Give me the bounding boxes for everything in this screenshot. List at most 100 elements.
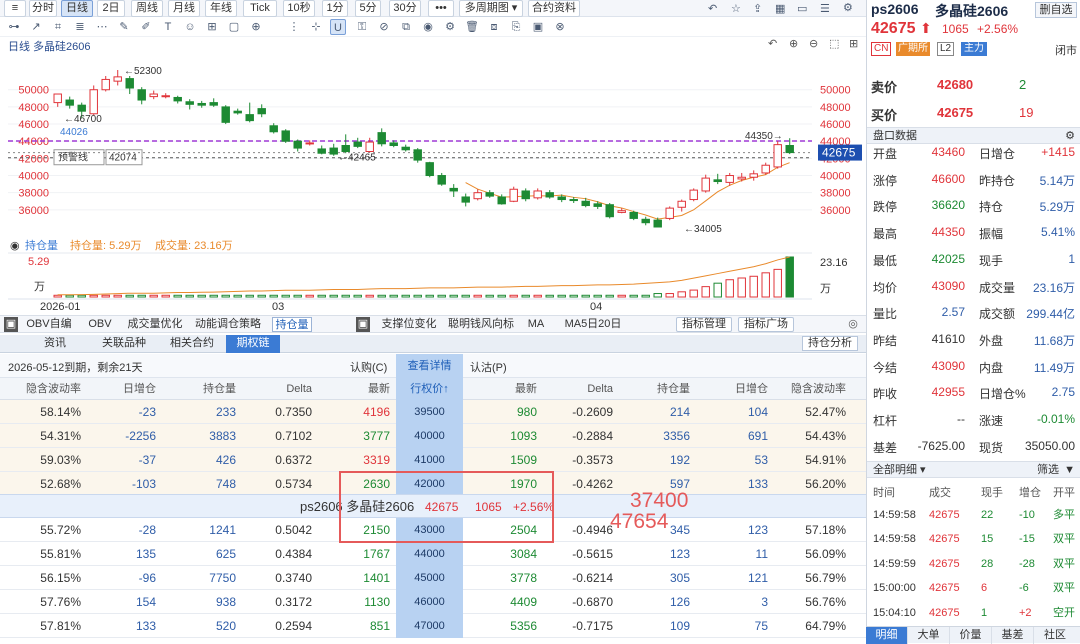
contract-info-button[interactable]: 合约资料 <box>528 0 580 17</box>
option-row[interactable]: 57.81% 133 520 0.2594 851 47000 5356 -0.7175 109… <box>0 614 866 638</box>
trade-row[interactable]: 14:59:58 42675 15 -15 双平 <box>867 527 1075 551</box>
copy-icon[interactable]: ⎘ <box>508 19 524 35</box>
delete-icon[interactable]: 🗑 <box>464 19 480 35</box>
call-cell[interactable]: 56.15% <box>5 566 81 590</box>
window-icon[interactable]: ▭ <box>797 2 807 15</box>
call-cell[interactable]: -2256 <box>81 424 156 448</box>
put-cell[interactable]: 305 <box>613 566 690 590</box>
zoom-in-icon[interactable]: ⊕ <box>789 37 798 50</box>
call-cell[interactable]: 3883 <box>156 424 236 448</box>
put-cell[interactable]: 4409 <box>463 590 537 614</box>
zoom-out-icon[interactable]: ⊖ <box>809 37 818 50</box>
layers-icon[interactable]: ⧉ <box>398 19 414 35</box>
put-cell[interactable]: 980 <box>463 400 537 424</box>
group-icon[interactable]: ⧈ <box>486 19 502 35</box>
call-cell[interactable]: 0.3172 <box>236 590 312 614</box>
put-cell[interactable]: 214 <box>613 400 690 424</box>
more-button[interactable]: ••• <box>428 0 454 17</box>
period-tab[interactable]: 2日 <box>97 0 125 17</box>
period-tab[interactable]: 10秒 <box>283 0 315 17</box>
put-cell[interactable]: -0.6870 <box>537 590 613 614</box>
period-tab[interactable]: 5分 <box>355 0 381 17</box>
put-cell[interactable]: 3356 <box>613 424 690 448</box>
period-tab[interactable]: 分时 <box>29 0 57 17</box>
undo-icon[interactable]: ↶ <box>768 37 777 50</box>
call-cell[interactable]: 135 <box>81 542 156 566</box>
trade-row[interactable]: 15:00:00 42675 6 -6 双平 <box>867 576 1075 600</box>
put-cell[interactable]: -0.2884 <box>537 424 613 448</box>
remove-favorite-button[interactable]: 删自选 <box>1035 2 1077 18</box>
ask-price[interactable]: 42680 <box>937 77 973 92</box>
back-icon[interactable]: ↶ <box>708 2 717 15</box>
put-cell[interactable]: 53 <box>690 448 768 472</box>
trade-row[interactable]: 14:59:58 42675 22 -10 多平 <box>867 503 1075 527</box>
view-detail-button[interactable]: 查看详情 <box>396 354 463 378</box>
put-cell[interactable]: -0.7175 <box>537 614 613 638</box>
strike-header[interactable]: 行权价↑ <box>396 378 463 400</box>
option-row[interactable]: 56.15% -96 7750 0.3740 1401 45000 3778 -0.6214 3… <box>0 566 866 590</box>
emoji-icon[interactable]: ☺ <box>182 19 198 35</box>
period-tab[interactable]: 年线 <box>205 0 237 17</box>
put-cell[interactable]: 3084 <box>463 542 537 566</box>
put-cell[interactable]: 133 <box>690 472 768 496</box>
put-cell[interactable]: 11 <box>690 542 768 566</box>
ray-icon[interactable]: ↗ <box>28 19 44 35</box>
put-cell[interactable]: 109 <box>613 614 690 638</box>
call-cell[interactable]: 55.72% <box>5 518 81 542</box>
call-cell[interactable]: 4196 <box>312 400 390 424</box>
put-cell[interactable]: 104 <box>690 400 768 424</box>
call-cell[interactable]: 0.5042 <box>236 518 312 542</box>
put-cell[interactable]: 64.79% <box>768 614 846 638</box>
star-icon[interactable]: ☆ <box>731 2 741 15</box>
put-cell[interactable]: 56.09% <box>768 542 846 566</box>
put-cell[interactable]: -0.3573 <box>537 448 613 472</box>
call-cell[interactable]: 7750 <box>156 566 236 590</box>
col-header[interactable]: Delta <box>236 378 312 400</box>
call-cell[interactable]: 3777 <box>312 424 390 448</box>
col-header[interactable]: 日增仓 <box>690 378 768 400</box>
text-tool-icon[interactable]: T <box>160 19 176 35</box>
tab-big-order[interactable]: 大单 <box>908 627 950 644</box>
restore-icon[interactable]: ⊞ <box>849 37 858 50</box>
channel-icon[interactable]: ⌗ <box>50 19 66 35</box>
call-cell[interactable]: 0.4384 <box>236 542 312 566</box>
put-cell[interactable]: 52.47% <box>768 400 846 424</box>
put-cell[interactable]: 57.18% <box>768 518 846 542</box>
strike-cell[interactable]: 47000 <box>396 614 463 638</box>
location-icon[interactable]: ◎ <box>846 317 860 332</box>
call-cell[interactable]: 57.76% <box>5 590 81 614</box>
call-cell[interactable]: 54.31% <box>5 424 81 448</box>
period-tab[interactable]: 月线 <box>168 0 200 17</box>
call-cell[interactable]: 59.03% <box>5 448 81 472</box>
strike-cell[interactable]: 46000 <box>396 590 463 614</box>
tab-related[interactable]: 关联品种 <box>92 335 156 353</box>
call-cell[interactable]: 0.5734 <box>236 472 312 496</box>
box-icon[interactable]: ▣ <box>530 19 546 35</box>
put-cell[interactable]: 56.20% <box>768 472 846 496</box>
cursor-icon[interactable]: ⊹ <box>308 19 324 35</box>
put-cell[interactable]: -0.2609 <box>537 400 613 424</box>
trade-row[interactable]: 15:04:10 42675 1 +2 空开 <box>867 601 1075 625</box>
call-cell[interactable]: -23 <box>81 400 156 424</box>
period-tab[interactable]: 日线 <box>61 0 93 17</box>
fit-icon[interactable]: ⬚ <box>829 37 839 50</box>
put-cell[interactable]: 3 <box>690 590 768 614</box>
tab-price-volume[interactable]: 价量 <box>950 627 992 644</box>
tab-option-chain[interactable]: 期权链 <box>226 335 280 353</box>
strike-cell[interactable]: 45000 <box>396 566 463 590</box>
brush-icon[interactable]: ✐ <box>138 19 154 35</box>
indicator-tab[interactable]: 持仓量 <box>272 317 312 332</box>
call-cell[interactable]: 1241 <box>156 518 236 542</box>
put-cell[interactable]: 1093 <box>463 424 537 448</box>
col-header[interactable]: Delta <box>537 378 613 400</box>
unlock-icon[interactable]: ⊘ <box>376 19 392 35</box>
call-cell[interactable]: 3319 <box>312 448 390 472</box>
trend-line-icon[interactable]: ⊶ <box>6 19 22 35</box>
indicator-tab[interactable]: 成交量优化 <box>124 317 186 332</box>
put-cell[interactable]: 123 <box>690 518 768 542</box>
zoom-icon[interactable]: ⊕ <box>248 19 264 35</box>
period-tab[interactable]: 30分 <box>389 0 421 17</box>
candlestick-chart[interactable]: 50000 5000048000 4800046000 4600044000 44000… <box>0 52 866 314</box>
call-cell[interactable]: -37 <box>81 448 156 472</box>
call-cell[interactable]: 0.7102 <box>236 424 312 448</box>
